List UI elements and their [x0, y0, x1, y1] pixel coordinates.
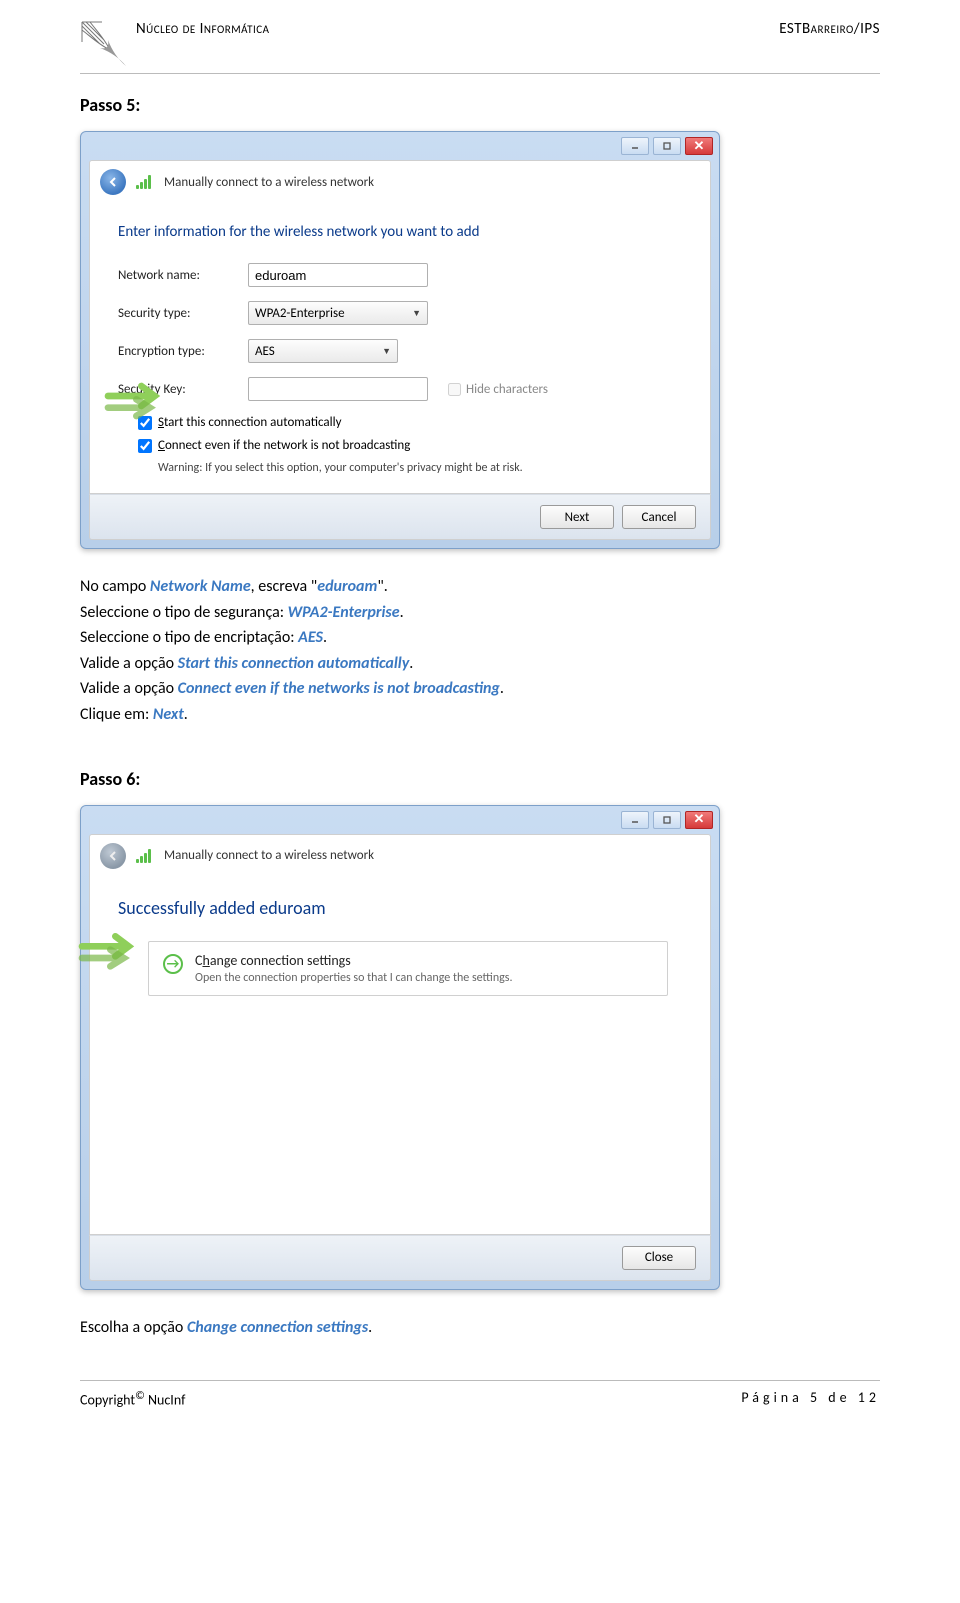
security-type-select[interactable]: WPA2-Enterprise▼	[248, 301, 428, 325]
next-button[interactable]: Next	[540, 505, 614, 529]
encryption-type-select[interactable]: AES▼	[248, 339, 398, 363]
maximize-button[interactable]	[653, 811, 681, 829]
maximize-button[interactable]	[653, 137, 681, 155]
wifi-icon	[136, 849, 154, 863]
encryption-type-label: Encryption type:	[118, 344, 248, 359]
breadcrumb: Manually connect to a wireless network	[89, 834, 711, 877]
crumb-text: Manually connect to a wireless network	[164, 848, 374, 863]
connect-hidden-checkbox[interactable]: Connect even if the network is not broad…	[138, 438, 682, 453]
security-type-label: Security type:	[118, 306, 248, 321]
dialog-heading: Enter information for the wireless netwo…	[118, 223, 682, 241]
wifi-icon	[136, 175, 154, 189]
titlebar: ✕	[81, 132, 719, 160]
step5-instructions: No campo Network Name, escreva "eduroam"…	[80, 574, 880, 728]
security-key-input[interactable]	[248, 377, 428, 401]
back-button	[100, 843, 126, 869]
close-button[interactable]: ✕	[685, 811, 713, 829]
back-button[interactable]	[100, 169, 126, 195]
step6-title: Passo 6:	[80, 768, 880, 790]
header-left-text: Núcleo de Informática	[136, 20, 270, 38]
start-auto-checkbox[interactable]: Start this connection automatically	[138, 415, 682, 430]
network-name-label: Network name:	[118, 268, 248, 283]
header-right-text: ESTBarreiro/IPS	[779, 20, 880, 38]
change-settings-option[interactable]: → Change connection settings Open the co…	[148, 941, 668, 996]
network-name-input[interactable]	[248, 263, 428, 287]
cancel-button[interactable]: Cancel	[622, 505, 696, 529]
logo-icon	[80, 20, 128, 68]
chevron-down-icon: ▼	[382, 346, 391, 357]
annotation-arrow-icon	[72, 923, 152, 973]
step5-title: Passo 5:	[80, 94, 880, 116]
dialog-body: Enter information for the wireless netwo…	[89, 203, 711, 494]
success-heading: Successfully added eduroam	[118, 897, 682, 919]
breadcrumb: Manually connect to a wireless network	[89, 160, 711, 203]
doc-footer: Copyright© NucInf Página 5 de 12	[80, 1380, 880, 1409]
titlebar: ✕	[81, 806, 719, 834]
doc-header: Núcleo de Informática ESTBarreiro/IPS	[80, 0, 880, 74]
chevron-down-icon: ▼	[412, 308, 421, 319]
option-subtitle: Open the connection properties so that I…	[195, 971, 513, 985]
dialog-body: Successfully added eduroam → Change conn…	[89, 877, 711, 1235]
security-key-label: Security Key:	[118, 382, 248, 397]
hide-characters-checkbox[interactable]: Hide characters	[448, 382, 548, 397]
minimize-button[interactable]	[621, 137, 649, 155]
dialog-add-network: ✕ Manually connect to a wireless network…	[80, 131, 720, 549]
button-row: Close	[89, 1235, 711, 1281]
step6-instructions: Escolha a opção Change connection settin…	[80, 1315, 880, 1341]
close-button[interactable]: ✕	[685, 137, 713, 155]
close-dialog-button[interactable]: Close	[622, 1246, 696, 1270]
warning-text: Warning: If you select this option, your…	[158, 461, 682, 475]
button-row: Next Cancel	[89, 494, 711, 540]
minimize-button[interactable]	[621, 811, 649, 829]
arrow-right-icon: →	[163, 954, 183, 974]
dialog-success: ✕ Manually connect to a wireless network…	[80, 805, 720, 1290]
crumb-text: Manually connect to a wireless network	[164, 175, 374, 190]
